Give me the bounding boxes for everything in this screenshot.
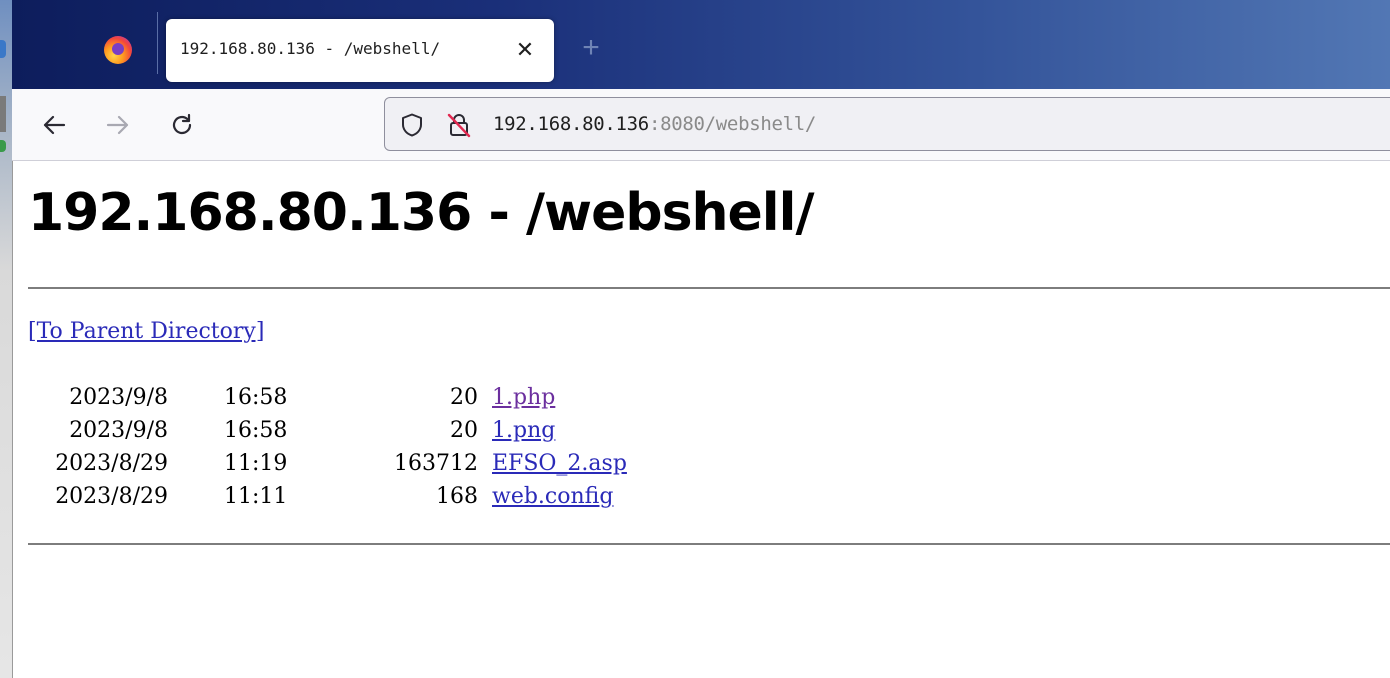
file-row: 2023/9/8 16:58 20 1.php (28, 385, 728, 418)
page-title: 192.168.80.136 - /webshell/ (28, 183, 814, 243)
bottom-divider (28, 543, 1390, 545)
top-divider (28, 287, 1390, 289)
file-date: 2023/9/8 (69, 385, 168, 410)
forward-arrow-icon[interactable] (104, 111, 132, 139)
url-text[interactable]: 192.168.80.136:8080/webshell/ (493, 113, 816, 135)
file-listing: 2023/9/8 16:58 20 1.php 2023/9/8 16:58 20 1.png… (28, 385, 728, 517)
file-row: 2023/8/29 11:19 163712 EFSO_2.asp (28, 451, 728, 484)
shield-icon[interactable] (399, 112, 425, 138)
file-link[interactable]: EFSO_2.asp (492, 451, 627, 476)
file-row: 2023/9/8 16:58 20 1.png (28, 418, 728, 451)
navigation-toolbar: 192.168.80.136:8080/webshell/ (12, 89, 1390, 161)
desktop-icon-fragment (0, 140, 6, 152)
file-date: 2023/8/29 (55, 484, 168, 509)
page-content: 192.168.80.136 - /webshell/ [To Parent D… (12, 161, 1390, 678)
tab-title: 192.168.80.136 - /webshell/ (180, 39, 441, 58)
file-time: 16:58 (224, 418, 288, 443)
parent-directory-link[interactable]: [To Parent Directory] (28, 319, 264, 344)
desktop-icon-fragment (0, 96, 6, 132)
file-date: 2023/8/29 (55, 451, 168, 476)
reload-icon[interactable] (168, 111, 196, 139)
close-tab-icon[interactable]: ✕ (512, 37, 538, 63)
file-size: 163712 (394, 451, 478, 476)
active-tab[interactable]: 192.168.80.136 - /webshell/ ✕ (166, 19, 554, 82)
file-link[interactable]: web.config (492, 484, 613, 509)
file-time: 16:58 (224, 385, 288, 410)
file-link[interactable]: 1.png (492, 418, 555, 443)
url-bar[interactable]: 192.168.80.136:8080/webshell/ (384, 97, 1390, 151)
new-tab-icon[interactable]: + (578, 33, 604, 63)
firefox-logo-icon[interactable] (104, 36, 132, 64)
desktop-icon-fragment (0, 40, 6, 58)
file-size: 20 (450, 418, 478, 443)
insecure-lock-icon[interactable] (445, 111, 473, 139)
tab-separator (157, 12, 158, 74)
file-time: 11:19 (224, 451, 288, 476)
file-size: 168 (436, 484, 478, 509)
browser-window: 192.168.80.136 - /webshell/ ✕ + 192.168.… (12, 0, 1390, 678)
url-host: 192.168.80.136 (493, 113, 649, 135)
file-time: 11:11 (224, 484, 288, 509)
file-link[interactable]: 1.php (492, 385, 555, 410)
file-size: 20 (450, 385, 478, 410)
back-arrow-icon[interactable] (40, 111, 68, 139)
file-date: 2023/9/8 (69, 418, 168, 443)
file-row: 2023/8/29 11:11 168 web.config (28, 484, 728, 517)
tab-strip: 192.168.80.136 - /webshell/ ✕ + (12, 0, 1390, 89)
url-path: :8080/webshell/ (648, 113, 817, 135)
